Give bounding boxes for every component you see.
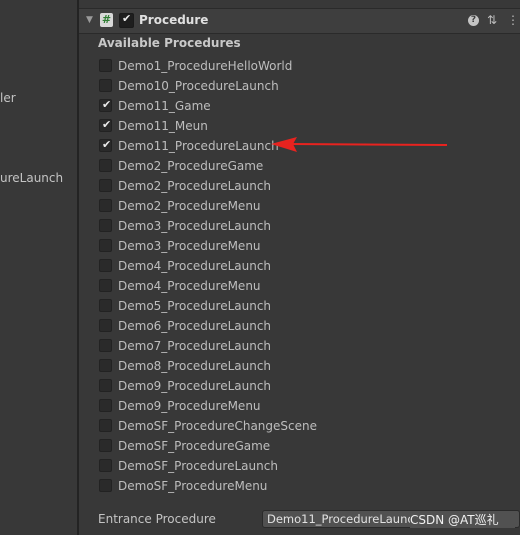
procedure-label: Demo11_Game [118, 99, 211, 113]
procedure-label: DemoSF_ProcedureLaunch [118, 459, 278, 473]
checkmark-icon: ✔ [102, 98, 112, 111]
watermark: CSDN @AT巡礼 [410, 511, 515, 528]
procedure-checkbox[interactable] [99, 359, 112, 372]
script-icon: # [100, 13, 113, 27]
procedure-checkbox[interactable] [99, 79, 112, 92]
checkmark-icon: ✔ [102, 118, 112, 131]
procedure-checkbox[interactable] [99, 59, 112, 72]
component-enabled-checkbox[interactable]: ✔ [119, 12, 134, 28]
procedure-checkbox[interactable] [99, 439, 112, 452]
procedure-checkbox[interactable] [99, 199, 112, 212]
procedure-checkbox[interactable] [99, 419, 112, 432]
hierarchy-item[interactable]: ler [0, 91, 16, 105]
procedure-label: DemoSF_ProcedureMenu [118, 479, 268, 493]
procedure-label: Demo4_ProcedureLaunch [118, 259, 272, 273]
procedure-label: Demo3_ProcedureMenu [118, 239, 261, 253]
dropdown-value: Demo11_ProcedureLaunch [267, 512, 421, 526]
procedure-checkbox[interactable] [99, 399, 112, 412]
procedure-checkbox[interactable] [99, 479, 112, 492]
procedure-checkbox[interactable] [99, 179, 112, 192]
procedure-checkbox[interactable]: ✔ [99, 98, 112, 112]
checkmark-icon: ✔ [102, 138, 112, 151]
procedure-checkbox[interactable] [99, 159, 112, 172]
component-title: Procedure [139, 13, 209, 27]
hierarchy-item[interactable]: ureLaunch [0, 171, 63, 185]
procedure-label: Demo4_ProcedureMenu [118, 279, 261, 293]
procedure-label: Demo11_ProcedureLaunch [118, 139, 279, 153]
help-icon[interactable]: ? [468, 15, 479, 26]
procedure-checkbox[interactable] [99, 299, 112, 312]
procedure-label: Demo2_ProcedureGame [118, 159, 264, 173]
checkmark-icon: ✔ [122, 12, 132, 25]
procedure-checkbox[interactable] [99, 339, 112, 352]
procedure-label: Demo6_ProcedureLaunch [118, 319, 272, 333]
procedure-label: Demo1_ProcedureHelloWorld [118, 59, 293, 73]
procedure-label: Demo7_ProcedureLaunch [118, 339, 272, 353]
procedure-label: Demo9_ProcedureMenu [118, 399, 261, 413]
section-label: Available Procedures [98, 36, 241, 50]
entrance-procedure-label: Entrance Procedure [98, 512, 216, 526]
inspector-panel: ▼ # ✔ Procedure ? ⇅ ⋮ Available Procedur… [79, 0, 520, 535]
component-header[interactable]: ▼ # ✔ Procedure ? ⇅ ⋮ [79, 8, 520, 34]
procedure-label: Demo2_ProcedureLaunch [118, 179, 272, 193]
procedure-label: Demo11_Meun [118, 119, 208, 133]
procedure-label: Demo10_ProcedureLaunch [118, 79, 279, 93]
procedure-checkbox[interactable]: ✔ [99, 138, 112, 152]
more-icon[interactable]: ⋮ [507, 13, 519, 27]
fold-arrow-icon[interactable]: ▼ [86, 15, 93, 25]
procedure-checkbox[interactable] [99, 259, 112, 272]
procedure-checkbox[interactable]: ✔ [99, 118, 112, 132]
procedure-checkbox[interactable] [99, 239, 112, 252]
procedure-label: Demo9_ProcedureLaunch [118, 379, 272, 393]
procedure-label: DemoSF_ProcedureGame [118, 439, 271, 453]
procedure-label: DemoSF_ProcedureChangeScene [118, 419, 317, 433]
procedure-label: Demo8_ProcedureLaunch [118, 359, 272, 373]
procedure-label: Demo2_ProcedureMenu [118, 199, 261, 213]
procedure-checkbox[interactable] [99, 379, 112, 392]
procedure-checkbox[interactable] [99, 219, 112, 232]
procedure-label: Demo5_ProcedureLaunch [118, 299, 272, 313]
procedure-checkbox[interactable] [99, 319, 112, 332]
hierarchy-panel: ler ureLaunch [0, 0, 77, 535]
procedure-label: Demo3_ProcedureLaunch [118, 219, 272, 233]
procedure-checkbox[interactable] [99, 459, 112, 472]
preset-icon[interactable]: ⇅ [487, 13, 497, 27]
procedure-checkbox[interactable] [99, 279, 112, 292]
